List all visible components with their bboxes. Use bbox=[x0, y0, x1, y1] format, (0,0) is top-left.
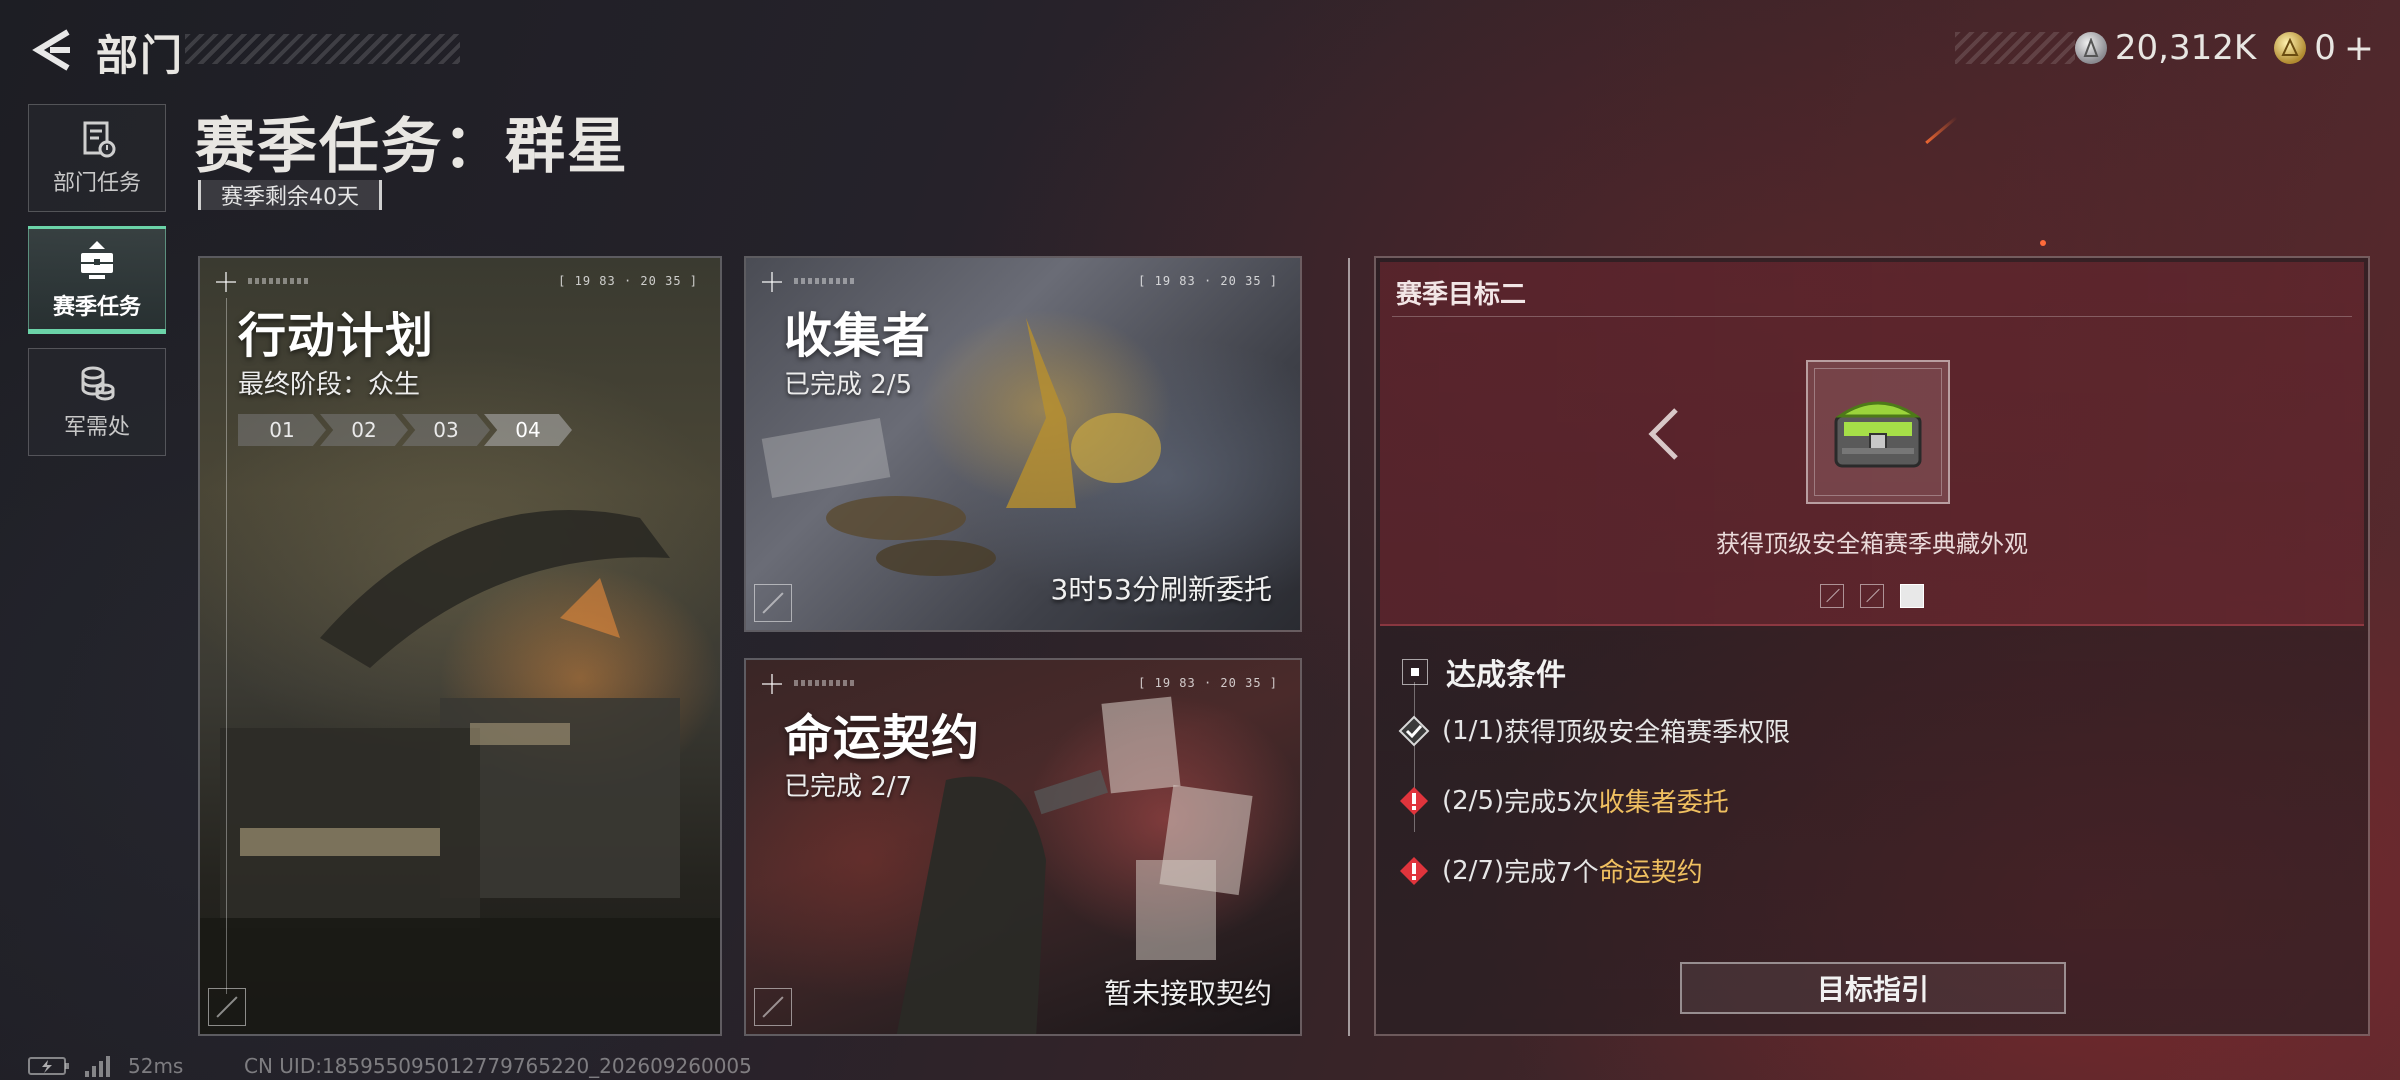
pager-dot-3[interactable] bbox=[1900, 584, 1924, 608]
pager-dot-2[interactable] bbox=[1860, 584, 1884, 608]
condition-progress: (1/1) bbox=[1442, 715, 1505, 746]
card-action-plan[interactable]: [ 19 83 · 20 35 ] 行动计划 最终阶段：众生 01 02 03 … bbox=[198, 256, 722, 1036]
silver-coin-icon bbox=[2074, 32, 2107, 64]
ember-spark bbox=[2040, 240, 2046, 246]
reward-item[interactable] bbox=[1806, 360, 1950, 504]
condition-progress: (2/5) bbox=[1442, 785, 1505, 816]
signal-icon bbox=[85, 1056, 110, 1077]
back-arrow-icon bbox=[32, 29, 70, 71]
condition-row: (2/5) 完成5次 收集者委托 bbox=[1398, 782, 1729, 819]
goal-guide-button[interactable]: 目标指引 bbox=[1680, 962, 2066, 1014]
condition-text: 完成5次 bbox=[1504, 788, 1599, 818]
panel-divider bbox=[1348, 258, 1350, 1036]
sidebar-item-label: 军需处 bbox=[63, 415, 130, 440]
currency-silver-value: 20,312K bbox=[2114, 28, 2257, 68]
fate-contract-image bbox=[746, 660, 1300, 1034]
season-remaining-badge: 赛季剩余40天 bbox=[198, 180, 382, 210]
currency-gold: 0 + bbox=[2274, 28, 2374, 69]
ember-decoration bbox=[1925, 115, 1958, 145]
chevron-left-icon bbox=[1648, 408, 1678, 460]
collector-image bbox=[746, 258, 1300, 630]
carousel-pager bbox=[1380, 584, 2364, 608]
card-collector[interactable]: [ 19 83 · 20 35 ] 收集者 已完成 2/5 3时53分刷新委托 bbox=[744, 256, 1302, 632]
page-title: 赛季任务：群星 bbox=[195, 112, 629, 182]
goal-title: 赛季目标二 bbox=[1396, 280, 1527, 310]
gold-coin-icon bbox=[2274, 32, 2307, 64]
goal-reward-area: 赛季目标二 获得顶级安全箱赛季典藏外观 bbox=[1380, 262, 2364, 626]
conditions-header: 达成条件 bbox=[1402, 650, 1566, 694]
card-fate-contract[interactable]: [ 19 83 · 20 35 ] 命运契约 已完成 2/7 暂未接取契约 bbox=[744, 658, 1302, 1036]
condition-text: 获得顶级安全箱赛季权限 bbox=[1504, 718, 1791, 748]
season-chest-icon bbox=[81, 241, 113, 279]
warning-diamond-icon bbox=[1400, 786, 1428, 815]
header-decoration bbox=[185, 34, 460, 64]
conditions-title: 达成条件 bbox=[1446, 658, 1566, 693]
condition-text: 完成7个 bbox=[1504, 858, 1599, 888]
status-bar: 52ms bbox=[28, 1054, 183, 1078]
sidebar-item-label: 部门任务 bbox=[52, 171, 141, 196]
sidebar-item-quartermaster[interactable]: 军需处 bbox=[28, 348, 166, 456]
header-title: 部门 bbox=[96, 31, 185, 80]
goal-title-divider bbox=[1392, 316, 2352, 317]
reward-description: 获得顶级安全箱赛季典藏外观 bbox=[1716, 530, 2028, 558]
condition-link-fate[interactable]: 命运契约 bbox=[1599, 852, 1703, 889]
currency-gold-value: 0 bbox=[2314, 28, 2336, 68]
pager-dot-1[interactable] bbox=[1820, 584, 1844, 608]
currency-bar: 20,312K 0 + bbox=[1954, 28, 2374, 69]
add-currency-button[interactable]: + bbox=[2344, 28, 2374, 69]
task-list-icon bbox=[83, 121, 116, 158]
condition-row: (2/7) 完成7个 命运契约 bbox=[1398, 852, 1703, 889]
safe-box-icon bbox=[1834, 401, 1922, 468]
coin-stack-icon bbox=[81, 366, 115, 401]
currency-silver: 20,312K bbox=[2074, 28, 2257, 68]
battery-charging-icon bbox=[28, 1057, 69, 1075]
ping-value: 52ms bbox=[128, 1054, 184, 1078]
condition-progress: (2/7) bbox=[1442, 855, 1505, 886]
check-diamond-icon bbox=[1398, 715, 1430, 746]
condition-row: (1/1) 获得顶级安全箱赛季权限 bbox=[1398, 712, 1790, 749]
section-marker-icon bbox=[1402, 659, 1428, 685]
back-button[interactable] bbox=[28, 22, 76, 78]
sidebar-item-season-tasks[interactable]: 赛季任务 bbox=[28, 226, 166, 334]
user-uid: CN UID:185955095012779765220_20260926000… bbox=[244, 1054, 752, 1078]
warning-diamond-icon bbox=[1400, 856, 1428, 885]
condition-link-collector[interactable]: 收集者委托 bbox=[1599, 782, 1729, 819]
action-plan-image bbox=[200, 258, 720, 1034]
sidebar-item-department-tasks[interactable]: 部门任务 bbox=[28, 104, 166, 212]
carousel-prev-button[interactable] bbox=[1644, 404, 1684, 464]
sidebar-item-label: 赛季任务 bbox=[52, 295, 141, 320]
currency-decoration bbox=[1954, 32, 2075, 64]
season-goal-panel: 赛季目标二 获得顶级安全箱赛季典藏外观 达成条件 (1/1) 获得顶级安全箱赛季… bbox=[1374, 256, 2370, 1036]
